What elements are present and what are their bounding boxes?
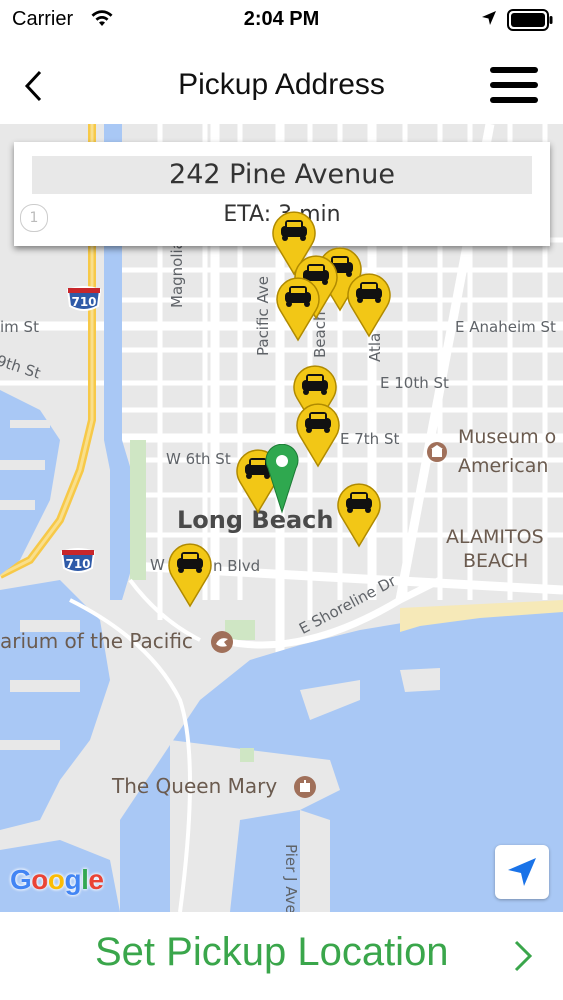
- street-label: Pacific Ave: [254, 276, 272, 356]
- navigation-bar: Pickup Address: [0, 40, 563, 124]
- freeway-710-shield: 710: [66, 286, 102, 316]
- neighborhood-label: ALAMITOS: [446, 526, 544, 548]
- chevron-right-icon: [510, 938, 534, 979]
- museum-icon: [426, 441, 448, 467]
- car-pin-icon[interactable]: [274, 274, 322, 342]
- street-label: E Anaheim St: [455, 318, 556, 336]
- street-label: E 7th St: [340, 430, 400, 448]
- battery-icon: [507, 9, 553, 36]
- clock-time: 2:04 PM: [243, 8, 320, 30]
- car-pin-icon[interactable]: [345, 270, 393, 338]
- poi-label: Museum o: [458, 426, 557, 448]
- map-pin-icon[interactable]: [265, 443, 299, 514]
- poi-label: arium of the Pacific: [0, 629, 193, 653]
- aquarium-icon: [210, 630, 234, 658]
- poi-label: The Queen Mary: [112, 774, 278, 798]
- navigation-arrow-icon: [508, 858, 536, 886]
- freeway-710-shield: 710: [60, 548, 96, 578]
- street-label: W: [150, 556, 165, 574]
- bottom-bar: Set Pickup Location: [0, 912, 563, 1000]
- locate-me-button[interactable]: [495, 845, 549, 899]
- car-pin-icon[interactable]: [294, 400, 342, 468]
- street-label: Pier J Ave: [282, 844, 300, 912]
- street-label: n Blvd: [213, 557, 261, 575]
- set-pickup-location-button[interactable]: Set Pickup Location: [0, 912, 563, 1000]
- svg-text:710: 710: [65, 557, 90, 571]
- pickup-address-text[interactable]: 242 Pine Avenue: [32, 156, 532, 194]
- svg-text:710: 710: [71, 295, 96, 309]
- poi-label: American: [458, 455, 549, 477]
- neighborhood-label: BEACH: [463, 550, 529, 572]
- street-label: im St: [0, 318, 39, 336]
- location-arrow-icon: [480, 9, 498, 32]
- street-label: W 6th St: [166, 450, 231, 468]
- status-bar: Carrier 2:04 PM: [0, 0, 563, 40]
- car-pin-icon[interactable]: [166, 540, 214, 608]
- page-title: Pickup Address: [178, 68, 385, 101]
- set-pickup-location-label: Set Pickup Location: [95, 930, 449, 974]
- car-pin-icon[interactable]: [335, 480, 383, 548]
- hamburger-menu-icon[interactable]: [490, 67, 540, 107]
- google-logo: Google: [10, 864, 104, 895]
- street-label: E 10th St: [380, 374, 449, 392]
- cluster-badge: 1: [20, 204, 48, 232]
- landmark-icon: [293, 775, 317, 803]
